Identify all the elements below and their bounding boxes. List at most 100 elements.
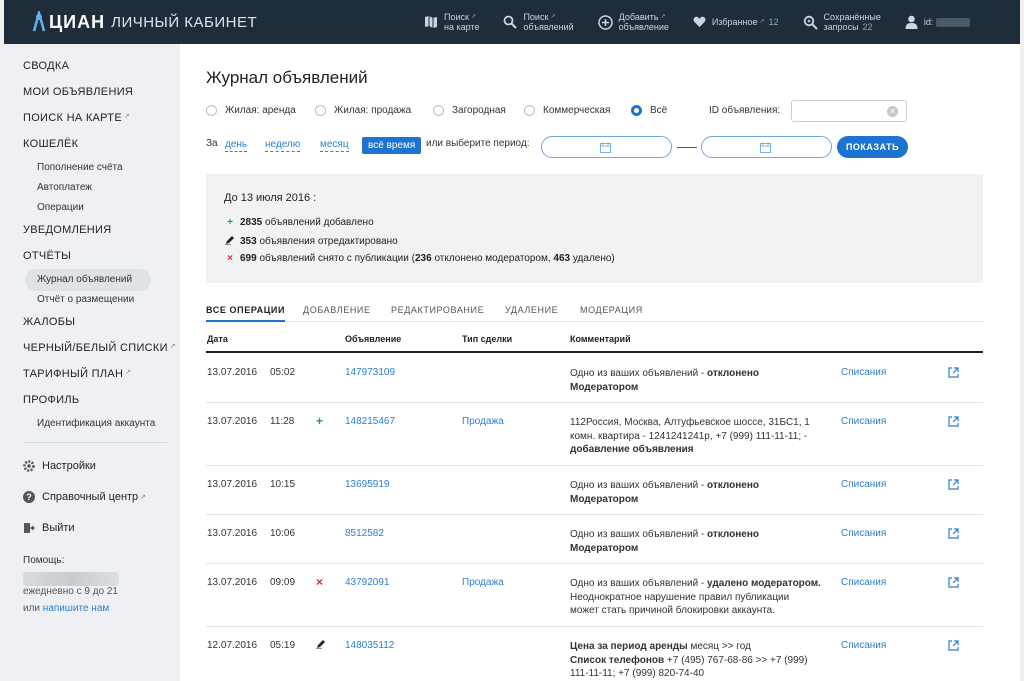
heart-icon: [693, 16, 706, 27]
comment-text: месяц >> год: [687, 641, 751, 652]
date-range-dash: [677, 147, 697, 148]
help-center-label: Справочный центр: [42, 491, 139, 503]
row-date: 13.07.2016: [207, 577, 258, 588]
comment-text: +7 (495) 767-68-86 >> +7 (999): [664, 654, 808, 666]
sidebar-item-autopay[interactable]: Автоплатеж: [37, 182, 92, 193]
row-writeoffs-link[interactable]: Списания: [841, 528, 886, 539]
show-button[interactable]: ПОКАЗАТЬ: [837, 136, 908, 158]
nav-saved-searches[interactable]: Сохранённые запросы 22: [803, 12, 881, 32]
sidebar-item-profile[interactable]: ПРОФИЛЬ: [23, 394, 79, 406]
column-deal-type: Тип сделки: [462, 334, 513, 344]
nav-favorites[interactable]: Избранное ↗ 12: [693, 16, 779, 28]
summary-added: + 2835 объявлений добавлено: [224, 217, 374, 228]
period-all-time-button[interactable]: всё время: [362, 137, 422, 154]
comment-bold: Цена за период аренды: [570, 641, 688, 652]
row-deal-type-link[interactable]: Продажа: [462, 577, 504, 588]
radio-button[interactable]: [315, 105, 326, 116]
help-center-link[interactable]: ? Справочный центр ↗: [23, 491, 146, 503]
row-comment: Одно из ваших объявлений - отклонено Моде…: [570, 367, 830, 394]
row-date: 13.07.2016: [207, 479, 258, 490]
row-ad-id-link[interactable]: 8512582: [345, 528, 384, 539]
sidebar-item-map-search[interactable]: ПОИСК НА КАРТЕ ↗: [23, 112, 130, 124]
filter-all[interactable]: Всё: [631, 105, 667, 116]
date-to-input[interactable]: [701, 136, 832, 158]
row-ad-id-link[interactable]: 147973109: [345, 367, 395, 378]
settings-link[interactable]: Настройки: [23, 460, 96, 472]
radio-button-checked[interactable]: [631, 105, 642, 116]
nav-map-search[interactable]: Поиск ↗ на карте: [424, 12, 479, 32]
row-writeoffs-link[interactable]: Списания: [841, 367, 886, 378]
row-writeoffs-link[interactable]: Списания: [841, 479, 886, 490]
sidebar-item-placement-report[interactable]: Отчёт о размещении: [37, 294, 134, 305]
clear-icon[interactable]: ✕: [887, 106, 898, 117]
favorites-count: 12: [768, 17, 779, 27]
filter-residential-rent[interactable]: Жилая: аренда: [206, 105, 296, 116]
sidebar-item-top-up[interactable]: Пополнение счёта: [37, 162, 123, 173]
row-comment: Одно из ваших объявлений - отклонено Моде…: [570, 528, 830, 555]
gear-icon: [23, 460, 35, 472]
period-day-link[interactable]: день: [225, 139, 248, 152]
logo[interactable]: ЦИАН ЛИЧНЫЙ КАБИНЕТ: [32, 8, 257, 33]
sidebar-item-reports[interactable]: ОТЧЁТЫ: [23, 250, 71, 262]
comment-bold: отклонено: [707, 529, 760, 540]
row-ad-id-link[interactable]: 43792091: [345, 577, 390, 588]
svg-text:?: ?: [26, 492, 32, 502]
period-week-link[interactable]: неделю: [265, 139, 301, 152]
row-writeoffs-link[interactable]: Списания: [841, 640, 886, 651]
search-icon: [504, 15, 518, 29]
period-month-link[interactable]: месяц: [320, 139, 349, 152]
nav-user-account[interactable]: id:: [905, 15, 971, 29]
radio-button[interactable]: [206, 105, 217, 116]
nav-label: запросы: [823, 22, 859, 32]
sidebar-item-identification[interactable]: Идентификация аккаунта: [37, 418, 155, 429]
top-bar: ЦИАН ЛИЧНЫЙ КАБИНЕТ Поиск ↗ на карте Поиск…: [4, 0, 1020, 44]
comment-bold: отклонено: [707, 480, 760, 491]
sidebar-item-wallet[interactable]: КОШЕЛЁК: [23, 138, 78, 150]
tab-moderation[interactable]: МОДЕРАЦИЯ: [580, 305, 643, 322]
tab-all-operations[interactable]: ВСЕ ОПЕРАЦИИ: [206, 305, 286, 322]
sidebar-item-tariff[interactable]: ТАРИФНЫЙ ПЛАН ↗: [23, 368, 131, 380]
logout-link[interactable]: Выйти: [23, 522, 75, 534]
sidebar-item-complaints[interactable]: ЖАЛОБЫ: [23, 316, 75, 328]
nav-add-ad[interactable]: Добавить ↗ объявление: [597, 12, 669, 32]
row-deal-type-link[interactable]: Продажа: [462, 416, 504, 427]
row-writeoffs-link[interactable]: Списания: [841, 416, 886, 427]
filter-residential-sale[interactable]: Жилая: продажа: [315, 105, 411, 116]
external-link-icon[interactable]: [948, 528, 959, 542]
sidebar-item-ad-journal[interactable]: Журнал объявлений: [37, 274, 132, 285]
added-text: объявлений добавлено: [265, 217, 374, 228]
sidebar-item-black-white-lists[interactable]: ЧЕРНЫЙ/БЕЛЫЙ СПИСКИ ↗: [23, 342, 176, 354]
row-ad-id-link[interactable]: 148215467: [345, 416, 395, 427]
radio-button[interactable]: [524, 105, 535, 116]
sidebar-item-label: ТАРИФНЫЙ ПЛАН: [23, 368, 124, 380]
external-link-icon[interactable]: [948, 416, 959, 430]
filter-country[interactable]: Загородная: [433, 105, 506, 116]
external-link-icon[interactable]: [948, 479, 959, 493]
tab-adding[interactable]: ДОБАВЛЕНИЕ: [303, 305, 371, 322]
row-time: 05:19: [270, 640, 296, 651]
external-link-icon[interactable]: [948, 640, 959, 654]
row-writeoffs-link[interactable]: Списания: [841, 577, 886, 588]
tab-editing[interactable]: РЕДАКТИРОВАНИЕ: [391, 305, 484, 322]
row-removed-icon: ×: [316, 575, 324, 589]
period-prefix: За: [206, 138, 218, 149]
tab-deletion[interactable]: УДАЛЕНИЕ: [505, 305, 558, 322]
radio-button[interactable]: [433, 105, 444, 116]
nav-ad-search[interactable]: Поиск ↗ объявлений: [503, 12, 574, 32]
comment-text: может стать причиной блокировки аккаунта…: [570, 605, 776, 616]
external-link-icon[interactable]: [948, 367, 959, 381]
filter-commercial[interactable]: Коммерческая: [524, 105, 610, 116]
ad-id-input[interactable]: ✕: [791, 100, 907, 122]
row-ad-id-link[interactable]: 13695919: [345, 479, 390, 490]
external-link-icon[interactable]: [948, 577, 959, 591]
write-us-link[interactable]: напишите нам: [43, 603, 109, 614]
row-ad-id-link[interactable]: 148035112: [345, 640, 394, 651]
ad-id-label: ID объявления:: [709, 105, 781, 116]
sidebar-item-notifications[interactable]: УВЕДОМЛЕНИЯ: [23, 224, 111, 236]
plus-icon: +: [227, 217, 233, 228]
comment-bold: Модератором: [570, 381, 639, 393]
sidebar-item-my-ads[interactable]: МОИ ОБЪЯВЛЕНИЯ: [23, 86, 133, 98]
date-from-input[interactable]: [541, 136, 672, 158]
sidebar-item-summary[interactable]: СВОДКА: [23, 60, 69, 72]
sidebar-item-operations[interactable]: Операции: [37, 202, 84, 213]
